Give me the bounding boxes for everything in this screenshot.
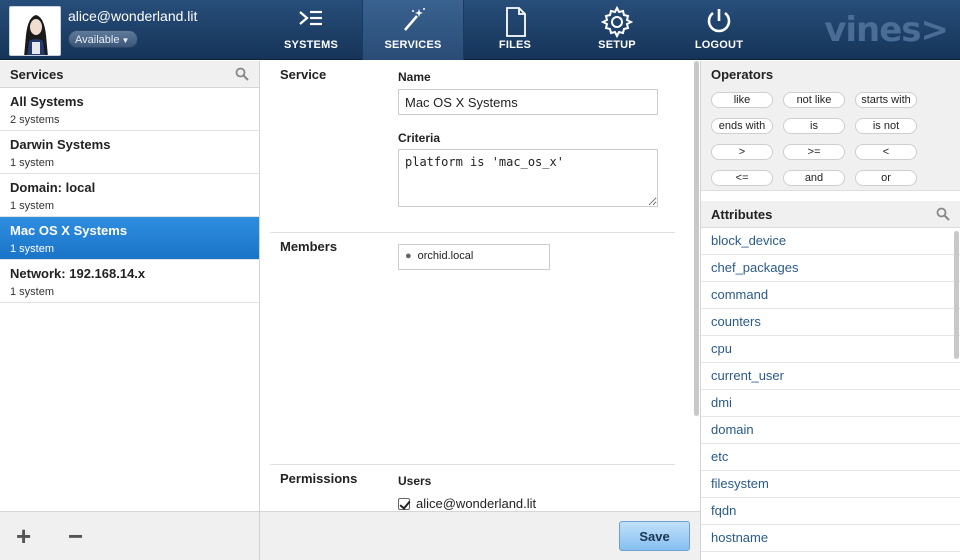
user-name: alice@wonderland.lit: [68, 8, 198, 24]
remove-service-button[interactable]: −: [68, 523, 83, 549]
divider: [270, 464, 675, 465]
operator-lte[interactable]: <=: [711, 170, 773, 186]
criteria-label: Criteria: [398, 131, 441, 145]
nav-services[interactable]: SERVICES: [362, 0, 464, 60]
operator-like[interactable]: like: [711, 92, 773, 108]
users-label: Users: [398, 474, 432, 488]
operators-section: Operators like not like starts with ends…: [701, 61, 960, 191]
member-item: ● orchid.local: [398, 244, 550, 270]
attribute-item[interactable]: domain: [701, 417, 960, 444]
apple-icon: ●: [405, 250, 412, 262]
brand-logo: vines>: [824, 10, 949, 50]
reference-panel: Operators like not like starts with ends…: [700, 61, 960, 560]
attribute-item[interactable]: hostname: [701, 525, 960, 552]
main-nav: SYSTEMS SERVICES FILES SETUP LOGOUT: [260, 0, 770, 60]
criteria-field[interactable]: platform is 'mac_os_x': [398, 149, 658, 207]
service-item-mac-os-x-systems[interactable]: Mac OS X Systems 1 system: [0, 217, 259, 260]
status-dropdown[interactable]: Available ▼: [68, 30, 139, 48]
scrollbar[interactable]: [694, 61, 699, 416]
nav-setup[interactable]: SETUP: [566, 0, 668, 60]
caret-down-icon: ▼: [121, 36, 130, 45]
attribute-item[interactable]: block_device: [701, 228, 960, 255]
editor-footer: Save: [260, 511, 700, 560]
user-permission-checkbox[interactable]: alice@wonderland.lit: [398, 496, 536, 511]
permissions-section-label: Permissions: [280, 471, 358, 486]
service-title: All Systems: [10, 94, 84, 109]
services-title: Services: [10, 67, 64, 82]
service-title: Mac OS X Systems: [10, 223, 128, 238]
nav-logout-label: LOGOUT: [694, 39, 744, 51]
operator-gte[interactable]: >=: [783, 144, 845, 160]
search-icon[interactable]: [936, 207, 950, 224]
systems-icon: [299, 10, 322, 26]
nav-setup-label: SETUP: [598, 39, 636, 51]
member-name: orchid.local: [417, 250, 474, 262]
name-label: Name: [398, 70, 431, 84]
services-footer: + −: [0, 511, 259, 560]
nav-files[interactable]: FILES: [464, 0, 566, 60]
attribute-item[interactable]: etc: [701, 444, 960, 471]
service-count: 1 system: [10, 243, 55, 255]
members-section-label: Members: [280, 239, 338, 254]
service-title: Domain: local: [10, 180, 96, 195]
attribute-item[interactable]: filesystem: [701, 471, 960, 498]
add-service-button[interactable]: +: [16, 523, 31, 549]
avatar: [9, 6, 61, 56]
user-permission-label: alice@wonderland.lit: [416, 496, 537, 511]
attributes-title: Attributes: [711, 207, 773, 222]
operators-grid: like not like starts with ends with is i…: [701, 88, 960, 188]
scrollbar[interactable]: [954, 231, 959, 359]
operator-lt[interactable]: <: [855, 144, 917, 160]
name-field[interactable]: [398, 89, 658, 115]
top-header: alice@wonderland.lit Available ▼ SYSTEMS …: [0, 0, 960, 60]
operator-is-not[interactable]: is not: [855, 118, 917, 134]
attribute-item[interactable]: counters: [701, 309, 960, 336]
attributes-header: Attributes: [701, 201, 960, 228]
service-title: Network: 192.168.14.x: [10, 266, 146, 281]
nav-files-label: FILES: [498, 39, 532, 51]
service-section-label: Service: [280, 67, 327, 82]
service-item-darwin-systems[interactable]: Darwin Systems 1 system: [0, 131, 259, 174]
service-item-network[interactable]: Network: 192.168.14.x 1 system: [0, 260, 259, 303]
operator-not-like[interactable]: not like: [783, 92, 845, 108]
divider: [270, 232, 675, 233]
operators-title: Operators: [711, 67, 774, 82]
service-title: Darwin Systems: [10, 137, 111, 152]
service-count: 1 system: [10, 286, 55, 298]
nav-systems[interactable]: SYSTEMS: [260, 0, 362, 60]
service-count: 2 systems: [10, 114, 60, 126]
nav-systems-label: SYSTEMS: [284, 39, 338, 51]
operator-and[interactable]: and: [783, 170, 845, 186]
attribute-item[interactable]: current_user: [701, 363, 960, 390]
nav-logout[interactable]: LOGOUT: [668, 0, 770, 60]
attribute-item[interactable]: command: [701, 282, 960, 309]
operator-is[interactable]: is: [783, 118, 845, 134]
save-button[interactable]: Save: [619, 521, 690, 551]
file-icon: [506, 7, 526, 37]
attribute-item[interactable]: chef_packages: [701, 255, 960, 282]
operator-ends-with[interactable]: ends with: [711, 118, 773, 134]
operator-or[interactable]: or: [855, 170, 917, 186]
operator-starts-with[interactable]: starts with: [855, 92, 917, 108]
nav-services-label: SERVICES: [384, 39, 442, 51]
search-icon[interactable]: [235, 67, 249, 84]
service-item-all-systems[interactable]: All Systems 2 systems: [0, 88, 259, 131]
service-count: 1 system: [10, 200, 55, 212]
power-icon: [707, 9, 731, 33]
service-item-domain-local[interactable]: Domain: local 1 system: [0, 174, 259, 217]
attribute-item[interactable]: dmi: [701, 390, 960, 417]
service-editor: Service Name Criteria platform is 'mac_o…: [260, 61, 700, 560]
services-panel: Services All Systems 2 systems Darwin Sy…: [0, 61, 260, 560]
checkbox-checked[interactable]: [398, 497, 410, 510]
attributes-list: block_device chef_packages command count…: [701, 228, 960, 552]
service-count: 1 system: [10, 157, 55, 169]
attribute-item[interactable]: fqdn: [701, 498, 960, 525]
operator-gt[interactable]: >: [711, 144, 773, 160]
services-header: Services: [0, 61, 259, 88]
gear-icon: [601, 6, 633, 38]
attribute-item[interactable]: cpu: [701, 336, 960, 363]
status-label: Available: [75, 34, 120, 46]
wand-icon: [404, 8, 425, 31]
